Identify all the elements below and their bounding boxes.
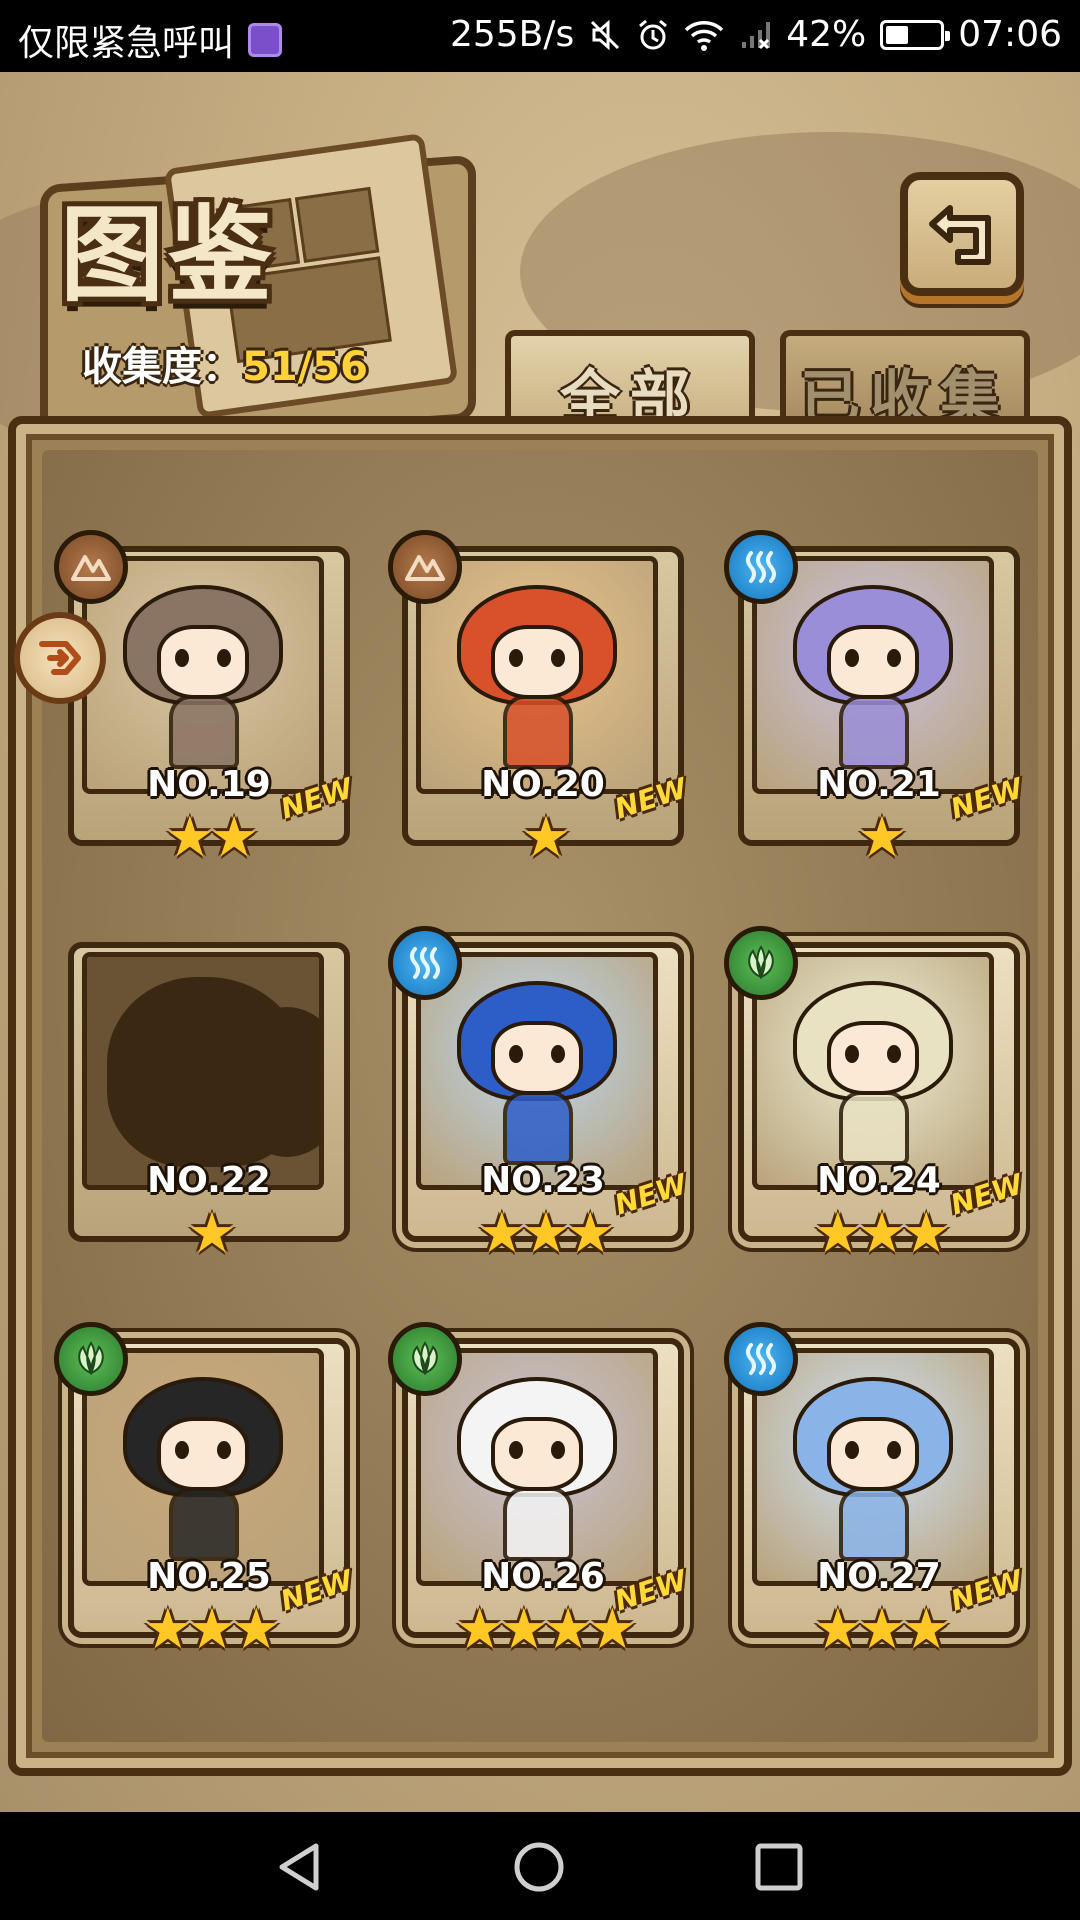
monster-card[interactable]: NO.25 NEW ★★★ [54,1322,357,1668]
character-art [457,1377,617,1561]
star-rating: ★ [856,805,907,870]
battery-fill [886,25,909,44]
collection-label: 收集度： [82,344,242,390]
locked-silhouette [82,952,324,1190]
monster-card[interactable]: NO.23 NEW ★★★ [388,926,691,1272]
monster-card[interactable]: NO.20 NEW ★ [388,530,691,876]
water-element-icon [724,1322,798,1396]
water-element-icon [724,530,798,604]
character-art [793,585,953,769]
wood-element-icon [724,926,798,1000]
star-rating: ★★★ [812,1597,952,1662]
star-rating: ★ [186,1201,237,1266]
clock: 07:06 [958,14,1062,55]
unknown-monster-shadow [87,957,319,1185]
collection-progress: 收集度：51/56 [82,334,368,392]
character-art [457,585,617,769]
water-element-icon [388,926,462,1000]
wood-element-icon [388,1322,462,1396]
back-triangle-icon[interactable] [272,1840,326,1894]
monster-card[interactable]: NO.21 NEW ★ [724,530,1027,876]
alarm-icon [639,19,668,49]
earth-element-icon [54,530,128,604]
back-button[interactable] [900,172,1024,296]
monster-card[interactable]: NO.22 ★ [68,942,350,1272]
earth-element-icon [388,530,462,604]
tab-collected[interactable]: 已收集 [780,330,1030,434]
carrier-text: 仅限紧急呼叫 [18,23,235,64]
star-rating: ★★★ [142,1597,282,1662]
wifi-icon [685,20,724,51]
battery-icon [880,19,951,50]
wood-element-icon [54,1322,128,1396]
card-number: NO.22 [147,1160,271,1201]
signal-icon [742,21,771,49]
star-rating: ★★★★ [454,1597,638,1662]
monster-card[interactable]: NO.24 NEW ★★★ [724,926,1027,1272]
collection-value: 51/56 [242,344,368,390]
tab-all[interactable]: 全部 [505,330,755,434]
character-art [793,1377,953,1561]
monster-card[interactable]: NO.27 NEW ★★★ [724,1322,1027,1668]
status-bar: 仅限紧急呼叫 255B/s 42% 07:06 [0,0,1080,72]
game-screen: 图鉴 收集度：51/56 全部 已收集 NO.19 NEW ★★ NO.20 NEW ★ N… [0,72,1080,1812]
navigation-bar [0,1812,1080,1920]
return-arrow-icon [929,205,991,265]
star-rating: ★★★ [812,1201,952,1266]
side-arrow-button[interactable] [14,612,106,704]
star-rating: ★ [520,805,571,870]
star-rating: ★★★ [476,1201,616,1266]
character-art [457,981,617,1165]
gallery-icon [248,23,283,57]
arrow-right-icon [39,641,81,675]
recents-square-icon[interactable] [752,1840,806,1894]
home-circle-icon[interactable] [512,1840,566,1894]
page-title: 图鉴 [60,194,277,316]
network-speed: 255B/s [449,14,575,55]
star-rating: ★★ [164,805,259,870]
monster-card[interactable]: NO.26 NEW ★★★★ [388,1322,691,1668]
character-art [123,585,283,769]
mute-icon [591,19,620,50]
character-art [123,1377,283,1561]
monster-card[interactable]: NO.19 NEW ★★ [54,530,357,876]
battery-percent: 42% [786,14,867,55]
character-art [793,981,953,1165]
